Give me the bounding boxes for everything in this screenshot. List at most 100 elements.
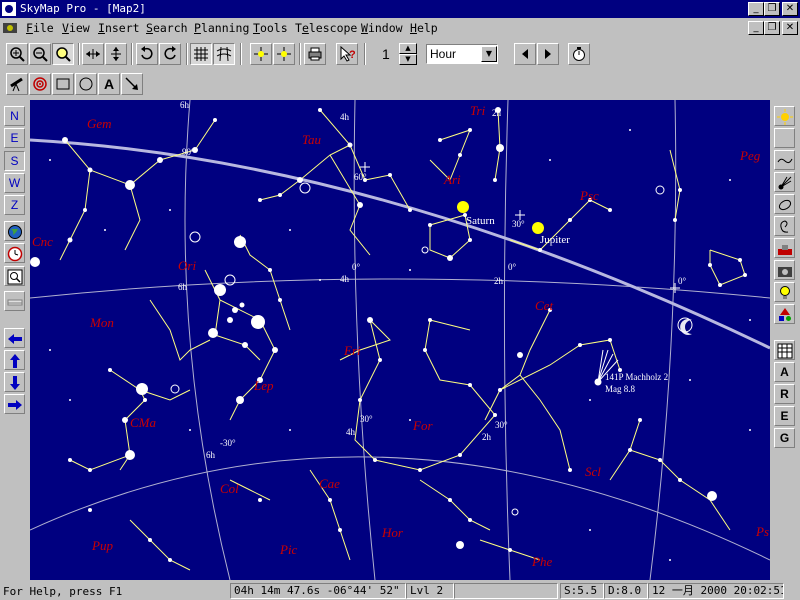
label-col: Col [220, 481, 239, 496]
scroll-left-button[interactable] [4, 328, 25, 348]
menu-file[interactable]: File [26, 21, 54, 35]
print-button[interactable] [304, 43, 326, 65]
view-south-button[interactable]: S [4, 151, 25, 171]
star-cross-icon [277, 47, 291, 61]
scroll-up-button[interactable] [4, 350, 25, 370]
rotate-counterclockwise-icon [164, 46, 176, 60]
step-forward-button[interactable] [537, 43, 559, 65]
mdi-restore-button[interactable]: ❐ [764, 21, 780, 35]
text-button[interactable]: A [98, 73, 120, 95]
letter-e-button[interactable]: E [774, 406, 795, 426]
rotate-clockwise-icon [141, 46, 153, 60]
ra-label-4h-mid: 4h [340, 274, 350, 284]
alt-az-grid-button[interactable] [213, 43, 235, 65]
mdi-close-button[interactable]: ✕ [782, 21, 798, 35]
time-unit-value: Hour [430, 47, 457, 61]
label-peg: Peg [739, 148, 761, 163]
letter-a-button[interactable]: A [774, 362, 795, 382]
galaxy-icon [780, 220, 789, 233]
ra-label-2h: 2h [492, 108, 502, 118]
center-star-button[interactable] [273, 43, 295, 65]
show-sun-button[interactable] [774, 106, 795, 126]
mdi-minimize-button[interactable]: _ [748, 21, 764, 35]
colors-button[interactable] [774, 304, 795, 324]
menu-planning[interactable]: Planning [194, 21, 249, 35]
show-galaxies-button[interactable] [774, 216, 795, 236]
wave-icon [777, 158, 793, 164]
spinner-down-button[interactable]: ▼ [399, 54, 417, 65]
show-milky-way-button[interactable] [774, 150, 795, 170]
svg-text:Jupiter: Jupiter [540, 234, 570, 246]
spinner-up-button[interactable]: ▲ [399, 43, 417, 54]
step-back-button[interactable] [514, 43, 536, 65]
view-zenith-button[interactable]: Z [4, 195, 25, 215]
menu-telescope[interactable]: Telescope [295, 21, 357, 35]
arrow-right-icon [545, 49, 551, 59]
maximize-button[interactable]: ❐ [764, 2, 780, 16]
dec-label-0-far: 0° [678, 276, 687, 286]
target-button[interactable] [29, 73, 51, 95]
rotate-ccw-button[interactable] [159, 43, 181, 65]
ellipse-button[interactable] [75, 73, 97, 95]
image-button[interactable] [774, 260, 795, 280]
pan-vertical-button[interactable] [105, 43, 127, 65]
rectangle-button[interactable] [52, 73, 74, 95]
menu-insert[interactable]: Insert [98, 21, 140, 35]
view-north-button[interactable]: N [4, 106, 25, 126]
rotate-cw-button[interactable] [136, 43, 158, 65]
document-icon[interactable] [2, 20, 18, 36]
show-comets-button[interactable] [774, 172, 795, 192]
dec-label-0-right: 0° [508, 262, 517, 272]
time-step-spinner[interactable]: ▲ ▼ [399, 43, 419, 65]
find-star-button[interactable] [250, 43, 272, 65]
view-west-button[interactable]: W [4, 173, 25, 193]
pan-horizontal-button[interactable] [82, 43, 104, 65]
dec-label-30-south: 30° [360, 414, 373, 424]
search-button[interactable] [4, 266, 25, 286]
menu-search[interactable]: Search [146, 21, 188, 35]
svg-text:?: ? [349, 49, 355, 61]
help-pointer-icon: ? [340, 46, 355, 62]
show-moon-button[interactable] [774, 128, 795, 148]
horizon-button[interactable] [4, 291, 25, 311]
telescope-button[interactable] [6, 73, 28, 95]
sky-map-canvas[interactable]: 6h 4h 2h 6h 4h 2h 90° 60° 30° 0° 0° 0° 3… [30, 100, 770, 580]
status-bar: For Help, press F1 04h 14m 47.6s -06°44'… [0, 582, 800, 600]
scroll-down-button[interactable] [4, 372, 25, 392]
close-button[interactable]: ✕ [782, 2, 798, 16]
dec-label-0: 0° [352, 262, 361, 272]
letter-r-button[interactable]: R [774, 384, 795, 404]
line-button[interactable] [121, 73, 143, 95]
clock-button[interactable] [4, 243, 25, 263]
zoom-in-button[interactable] [6, 43, 28, 65]
zoom-window-button[interactable] [52, 43, 74, 65]
globe-button[interactable] [4, 221, 25, 241]
label-psc: Psc [579, 188, 599, 203]
label-cae: Cae [319, 476, 340, 491]
moon-icon [780, 133, 786, 145]
sky-map[interactable]: 6h 4h 2h 6h 4h 2h 90° 60° 30° 0° 0° 0° 3… [30, 100, 770, 580]
show-deep-sky-button[interactable] [774, 194, 795, 214]
letter-g-button[interactable]: G [774, 428, 795, 448]
scroll-right-button[interactable] [4, 394, 25, 414]
stopwatch-button[interactable] [568, 43, 590, 65]
time-unit-select[interactable]: Hour ▼ [426, 44, 498, 64]
menu-view[interactable]: View [62, 21, 90, 35]
show-horizon-button[interactable] [774, 238, 795, 258]
zoom-out-button[interactable] [29, 43, 51, 65]
minimize-button[interactable]: _ [748, 2, 764, 16]
view-east-button[interactable]: E [4, 128, 25, 148]
label-cnc: Cnc [32, 234, 53, 249]
menu-window[interactable]: Window [361, 21, 403, 35]
table-button[interactable] [774, 340, 795, 360]
status-datetime: 12 一月 2000 20:02:51 [648, 583, 784, 599]
dropdown-arrow-button[interactable]: ▼ [481, 46, 497, 62]
left-toolbar: N E S W Z [0, 100, 30, 580]
grid-button[interactable] [190, 43, 212, 65]
menu-tools[interactable]: Tools [253, 21, 288, 35]
arrow-right-icon [8, 400, 22, 410]
context-help-button[interactable]: ? [336, 43, 358, 65]
menu-help[interactable]: Help [410, 21, 438, 35]
labels-button[interactable] [774, 282, 795, 302]
resize-grip[interactable] [786, 585, 798, 597]
